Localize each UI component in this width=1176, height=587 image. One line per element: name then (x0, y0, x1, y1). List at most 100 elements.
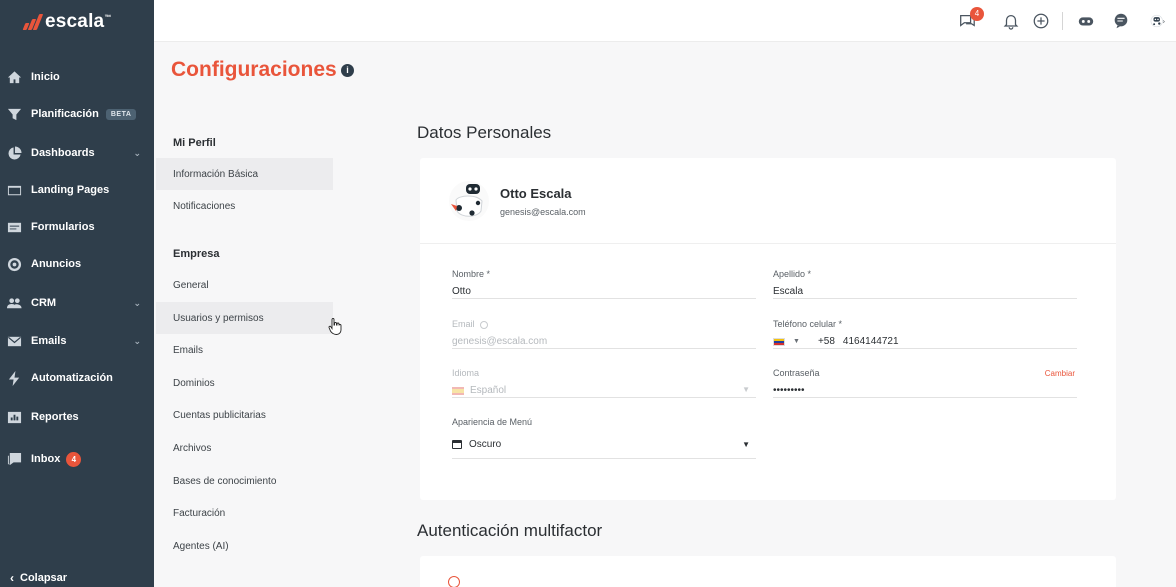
settings-item-cuentas-publicitarias[interactable]: Cuentas publicitarias (156, 399, 333, 431)
funnel-icon (7, 107, 22, 122)
robot-avatar-icon (449, 181, 489, 221)
settings-item-label: Notificaciones (173, 200, 236, 212)
telefono-field[interactable]: Teléfono celular * ▼ +58 4164144721 (773, 319, 1077, 349)
target-icon (7, 257, 22, 272)
nombre-label: Nombre * (452, 269, 491, 279)
nombre-field[interactable]: Nombre * Otto (452, 269, 756, 299)
apariencia-select[interactable]: Oscuro (452, 439, 501, 450)
sidebar-item-landing-pages[interactable]: Landing Pages (0, 173, 154, 207)
settings-item-facturacion[interactable]: Facturación (156, 497, 333, 529)
collapse-label: Colapsar (20, 572, 68, 584)
profile-name: Otto Escala (500, 185, 572, 201)
sidebar-item-label: Inicio (31, 71, 60, 83)
apellido-value[interactable]: Escala (773, 286, 803, 297)
sidebar-item-label: Emails (31, 335, 67, 347)
add-button[interactable] (1030, 10, 1052, 32)
country-caret-icon[interactable]: ▼ (793, 338, 800, 345)
assistant-button[interactable] (1075, 10, 1097, 32)
telefono-country-code: +58 (817, 336, 835, 347)
robot-mask-icon (1078, 17, 1094, 26)
sidebar-item-label: Landing Pages (31, 184, 110, 196)
user-avatar-button[interactable] (1144, 10, 1172, 32)
hand-cursor-icon (328, 318, 342, 335)
apellido-field[interactable]: Apellido * Escala (773, 269, 1077, 299)
settings-item-agentes-ai[interactable]: Agentes (AI) (156, 530, 333, 562)
chat-notifications-button[interactable]: 4 (956, 7, 984, 32)
apariencia-label: Apariencia de Menú (452, 417, 533, 427)
inbox-count-badge: 4 (66, 451, 82, 467)
section-title-autenticacion-multifactor: Autenticación multifactor (417, 521, 603, 540)
users-icon (7, 296, 22, 311)
chevron-left-icon: ‹ (10, 571, 14, 585)
sidebar-item-label: CRM (31, 297, 57, 309)
info-circle-icon (480, 320, 489, 329)
nombre-value[interactable]: Otto (452, 286, 471, 297)
settings-item-informacion-basica[interactable]: Información Básica (156, 158, 333, 190)
settings-item-emails[interactable]: Emails (156, 334, 333, 366)
email-label: Email (452, 319, 489, 329)
inbox-icon (7, 452, 22, 467)
notifications-button[interactable] (1000, 10, 1022, 32)
sidebar-item-reportes[interactable]: Reportes (0, 400, 154, 434)
caret-down-icon[interactable]: ▼ (742, 440, 750, 449)
avatar-icon (1150, 14, 1165, 28)
apariencia-field[interactable]: Apariencia de Menú Oscuro ▼ (452, 417, 756, 459)
venezuela-flag-icon[interactable] (773, 337, 785, 346)
apellido-label: Apellido * (773, 269, 812, 279)
telefono-label: Teléfono celular * (773, 319, 843, 329)
settings-item-label: Agentes (AI) (173, 540, 229, 552)
settings-item-label: Usuarios y permisos (173, 312, 264, 324)
sidebar-item-formularios[interactable]: Formularios (0, 210, 154, 244)
settings-item-label: Dominios (173, 377, 215, 389)
settings-item-label: General (173, 279, 209, 291)
chevron-down-icon: ⌄ (133, 297, 141, 308)
sidebar-item-inbox[interactable]: Inbox 4 (0, 442, 154, 476)
contrasena-field: Contraseña Cambiar ••••••••• (773, 368, 1077, 398)
email-value: genesis@escala.com (452, 336, 548, 347)
settings-group-mi-perfil: Mi Perfil (173, 137, 216, 149)
settings-item-label: Bases de conocimiento (173, 475, 277, 487)
settings-item-notificaciones[interactable]: Notificaciones (156, 190, 333, 222)
settings-item-general[interactable]: General (156, 269, 333, 301)
profile-header: Otto Escala genesis@escala.com (448, 180, 586, 222)
sidebar-item-emails[interactable]: Emails ⌄ (0, 324, 154, 358)
settings-item-usuarios-y-permisos[interactable]: Usuarios y permisos (156, 302, 333, 334)
sidebar-item-label: Inbox (31, 453, 61, 465)
sidebar-item-anuncios[interactable]: Anuncios (0, 247, 154, 281)
apariencia-value: Oscuro (469, 439, 502, 450)
avatar[interactable] (448, 180, 490, 222)
settings-item-label: Facturación (173, 507, 226, 519)
sidebar-item-inicio[interactable]: Inicio (0, 60, 154, 94)
report-icon (7, 410, 22, 425)
email-field: Email genesis@escala.com (452, 319, 756, 349)
support-button[interactable] (1110, 10, 1132, 32)
settings-item-dominios[interactable]: Dominios (156, 367, 333, 399)
settings-item-label: Cuentas publicitarias (173, 409, 266, 421)
info-icon[interactable]: i (341, 64, 354, 77)
landing-page-icon (7, 183, 22, 198)
mfa-radio-icon[interactable] (448, 576, 460, 587)
chat-badge: 4 (970, 7, 984, 21)
collapse-sidebar-button[interactable]: ‹ Colapsar (10, 571, 67, 585)
idioma-label: Idioma (452, 368, 480, 378)
personal-data-card: Otto Escala genesis@escala.com Nombre * … (420, 158, 1116, 500)
sidebar-item-dashboards[interactable]: Dashboards ⌄ (0, 136, 154, 170)
sidebar-item-planificacion[interactable]: Planificación BETA (0, 97, 154, 131)
sidebar-item-crm[interactable]: CRM ⌄ (0, 286, 154, 320)
contrasena-label: Contraseña (773, 368, 820, 378)
form-icon (7, 220, 22, 235)
bell-icon (1003, 14, 1019, 30)
cambiar-password-link[interactable]: Cambiar (1045, 369, 1075, 378)
sidebar-item-automatizacion[interactable]: Automatización (0, 361, 154, 395)
logo-text: escala (45, 11, 105, 32)
settings-item-bases-de-conocimiento[interactable]: Bases de conocimiento (156, 465, 333, 497)
logo-mark-icon (22, 14, 44, 30)
telefono-value[interactable]: 4164144721 (843, 336, 899, 347)
chevron-down-icon: ⌄ (133, 335, 141, 346)
caret-down-icon: ▼ (742, 385, 750, 394)
window-icon (452, 440, 462, 449)
telefono-input-row[interactable]: ▼ +58 4164144721 (773, 336, 899, 347)
settings-item-archivos[interactable]: Archivos (156, 432, 333, 464)
idioma-select: Español (452, 385, 506, 396)
escala-logo[interactable]: escala™ (22, 10, 112, 34)
